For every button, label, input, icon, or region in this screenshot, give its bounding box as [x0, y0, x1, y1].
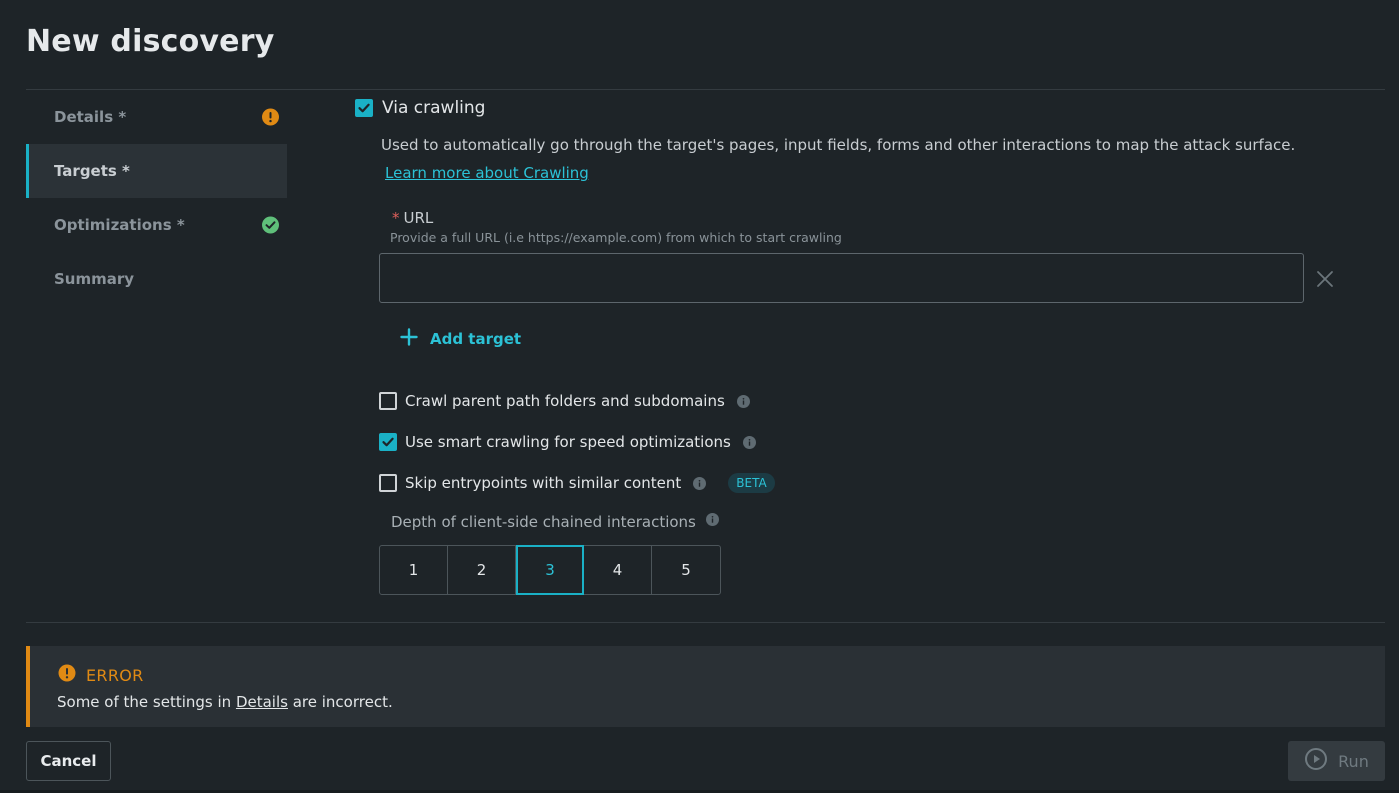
learn-more-link[interactable]: Learn more about Crawling — [385, 164, 589, 182]
info-icon[interactable] — [693, 476, 707, 490]
error-title-text: ERROR — [86, 665, 144, 685]
depth-option-3[interactable]: 3 — [516, 545, 584, 595]
warning-icon — [262, 108, 279, 126]
plus-icon — [400, 328, 418, 350]
url-input[interactable] — [379, 253, 1304, 303]
smart-crawling-label: Use smart crawling for speed optimizatio… — [405, 433, 731, 451]
error-message-prefix: Some of the settings in — [57, 693, 236, 711]
error-message-suffix: are incorrect. — [287, 693, 393, 711]
sidebar-item-details[interactable]: Details * — [26, 90, 287, 144]
depth-label-text: Depth of client-side chained interaction… — [391, 513, 696, 531]
crawl-parent-checkbox[interactable] — [379, 392, 397, 410]
smart-crawling-checkbox[interactable] — [379, 433, 397, 451]
via-crawling-checkbox[interactable] — [355, 99, 373, 117]
sidebar-item-label: Summary — [54, 270, 135, 288]
url-label-text: URL — [403, 209, 434, 227]
depth-option-1[interactable]: 1 — [380, 546, 448, 594]
beta-badge: BETA — [728, 473, 775, 493]
info-icon[interactable] — [742, 435, 756, 449]
info-icon[interactable] — [736, 394, 750, 408]
crawl-parent-option[interactable]: Crawl parent path folders and subdomains — [379, 392, 750, 410]
close-icon[interactable] — [1316, 270, 1334, 288]
skip-similar-label: Skip entrypoints with similar content — [405, 474, 682, 492]
url-help-text: Provide a full URL (i.e https://example.… — [390, 230, 842, 245]
sidebar-item-targets[interactable]: Targets * — [26, 144, 287, 198]
cancel-button[interactable]: Cancel — [26, 741, 111, 781]
add-target-label: Add target — [430, 330, 522, 348]
info-icon[interactable] — [705, 512, 719, 526]
depth-label: Depth of client-side chained interaction… — [391, 512, 719, 531]
error-banner: ERROR Some of the settings in Details ar… — [26, 646, 1385, 727]
warning-icon — [58, 664, 76, 686]
error-message: Some of the settings in Details are inco… — [57, 693, 393, 711]
error-title: ERROR — [58, 664, 144, 686]
details-link[interactable]: Details — [236, 693, 288, 711]
sidebar-item-label: Details * — [54, 108, 127, 126]
required-marker: * — [392, 209, 400, 227]
sidebar-item-label: Optimizations * — [54, 216, 185, 234]
url-field-label: * URL — [392, 209, 433, 227]
crawl-parent-label: Crawl parent path folders and subdomains — [405, 392, 725, 410]
depth-option-2[interactable]: 2 — [448, 546, 516, 594]
sidebar-item-summary[interactable]: Summary — [26, 252, 287, 306]
via-crawling-option[interactable]: Via crawling — [355, 98, 485, 118]
run-button[interactable]: Run — [1288, 741, 1385, 781]
smart-crawling-option[interactable]: Use smart crawling for speed optimizatio… — [379, 433, 756, 451]
via-crawling-label: Via crawling — [382, 98, 486, 118]
check-circle-icon — [262, 216, 279, 234]
depth-option-4[interactable]: 4 — [584, 546, 652, 594]
play-circle-icon — [1304, 747, 1328, 775]
steps-sidebar: Details * Targets * Optimizations * Summ… — [26, 90, 287, 306]
sidebar-item-optimizations[interactable]: Optimizations * — [26, 198, 287, 252]
page-title: New discovery — [26, 24, 275, 59]
skip-similar-option[interactable]: Skip entrypoints with similar content BE… — [379, 473, 775, 493]
skip-similar-checkbox[interactable] — [379, 474, 397, 492]
crawling-description: Used to automatically go through the tar… — [381, 136, 1296, 154]
depth-option-5[interactable]: 5 — [652, 546, 720, 594]
sidebar-item-label: Targets * — [54, 162, 130, 180]
depth-selector: 1 2 3 4 5 — [379, 545, 721, 595]
run-label: Run — [1338, 751, 1369, 771]
content-divider — [26, 622, 1385, 623]
add-target-button[interactable]: Add target — [400, 328, 521, 350]
